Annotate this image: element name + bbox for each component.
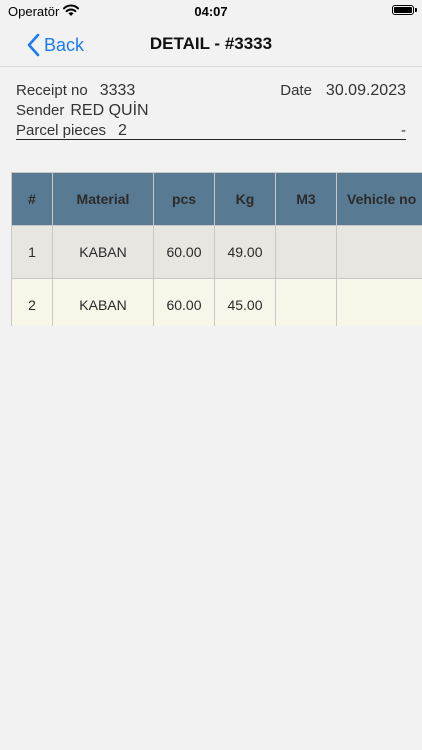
battery-cap [415, 8, 417, 12]
cell-pcs: 60.00 [153, 225, 215, 279]
parcel-table: # Material pcs Kg M3 Vehicle no 1 KABAN … [11, 172, 422, 326]
pieces-label: Parcel pieces [16, 122, 107, 139]
cell-material: KABAN [52, 225, 154, 279]
cell-m3 [275, 225, 337, 279]
divider [16, 139, 406, 140]
header-index: # [11, 172, 53, 226]
table-row[interactable]: 2 KABAN 60.00 45.00 [11, 278, 422, 326]
battery-icon [392, 5, 414, 15]
date-label: Date [280, 82, 312, 99]
sender-row: Sender RED QUİN [16, 102, 149, 120]
cell-pcs: 60.00 [153, 278, 215, 326]
cell-m3 [275, 278, 337, 326]
date-value: 30.09.2023 [325, 82, 406, 99]
pieces-value: 2 [118, 122, 127, 139]
header-vehicle-no: Vehicle no [336, 172, 422, 226]
sender-value: RED QUİN [70, 102, 149, 119]
status-time: 04:07 [194, 4, 228, 19]
navigation-bar: Back DETAIL - #3333 [0, 24, 422, 67]
cell-index: 2 [11, 278, 53, 326]
cell-index: 1 [11, 225, 53, 279]
cell-kg: 49.00 [214, 225, 276, 279]
pieces-row: Parcel pieces 2 [16, 122, 127, 140]
header-kg: Kg [214, 172, 276, 226]
receipt-row: Receipt no 3333 [16, 82, 135, 100]
sender-label: Sender [16, 102, 65, 119]
trailing-dash: - [401, 122, 406, 139]
cell-kg: 45.00 [214, 278, 276, 326]
header-pcs: pcs [153, 172, 215, 226]
receipt-label: Receipt no [16, 82, 88, 99]
cell-material: KABAN [52, 278, 154, 326]
page-title: DETAIL - #3333 [149, 34, 273, 53]
parcel-table-scroll[interactable]: # Material pcs Kg M3 Vehicle no 1 KABAN … [11, 172, 422, 326]
cell-vehicle-no [336, 225, 422, 279]
header-m3: M3 [275, 172, 337, 226]
cell-vehicle-no [336, 278, 422, 326]
date-row: Date 30.09.2023 [280, 82, 406, 100]
table-row[interactable]: 1 KABAN 60.00 49.00 [11, 225, 422, 279]
table-header-row: # Material pcs Kg M3 Vehicle no [11, 172, 422, 226]
receipt-value: 3333 [99, 82, 136, 99]
status-bar: Operatör 04:07 [0, 0, 422, 24]
header-material: Material [52, 172, 154, 226]
